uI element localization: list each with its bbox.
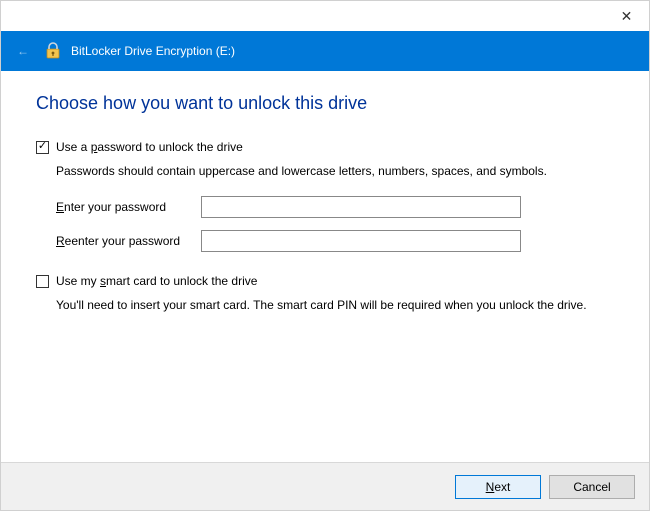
close-icon: ✕ <box>621 8 633 25</box>
password-checkbox-label: Use a password to unlock the drive <box>56 140 243 154</box>
reenter-password-input[interactable] <box>201 230 521 252</box>
reenter-password-row: Reenter your password <box>56 230 614 252</box>
header-bar: ← BitLocker Drive Encryption (E:) <box>1 31 649 71</box>
reenter-password-label: Reenter your password <box>56 234 201 248</box>
page-heading: Choose how you want to unlock this drive <box>36 93 614 114</box>
cancel-button[interactable]: Cancel <box>549 475 635 499</box>
bitlocker-icon <box>43 41 63 61</box>
smartcard-checkbox-row[interactable]: Use my smart card to unlock the drive <box>36 274 614 288</box>
enter-password-row: Enter your password <box>56 196 614 218</box>
enter-password-input[interactable] <box>201 196 521 218</box>
password-helper-text: Passwords should contain uppercase and l… <box>56 164 614 178</box>
smartcard-helper-text: You'll need to insert your smart card. T… <box>56 298 614 312</box>
close-button[interactable]: ✕ <box>604 1 649 31</box>
password-checkbox[interactable] <box>36 141 49 154</box>
content-area: Choose how you want to unlock this drive… <box>1 71 649 340</box>
password-checkbox-row[interactable]: Use a password to unlock the drive <box>36 140 614 154</box>
footer: Next Cancel <box>1 462 649 510</box>
next-button[interactable]: Next <box>455 475 541 499</box>
smartcard-checkbox[interactable] <box>36 275 49 288</box>
window-title: BitLocker Drive Encryption (E:) <box>71 44 235 58</box>
back-arrow-icon: ← <box>17 44 29 58</box>
smartcard-checkbox-label: Use my smart card to unlock the drive <box>56 274 257 288</box>
back-button[interactable]: ← <box>11 39 35 63</box>
smartcard-option-block: Use my smart card to unlock the drive Yo… <box>36 274 614 312</box>
titlebar: ✕ <box>1 1 649 31</box>
enter-password-label: Enter your password <box>56 200 201 214</box>
password-option-block: Use a password to unlock the drive Passw… <box>36 140 614 252</box>
